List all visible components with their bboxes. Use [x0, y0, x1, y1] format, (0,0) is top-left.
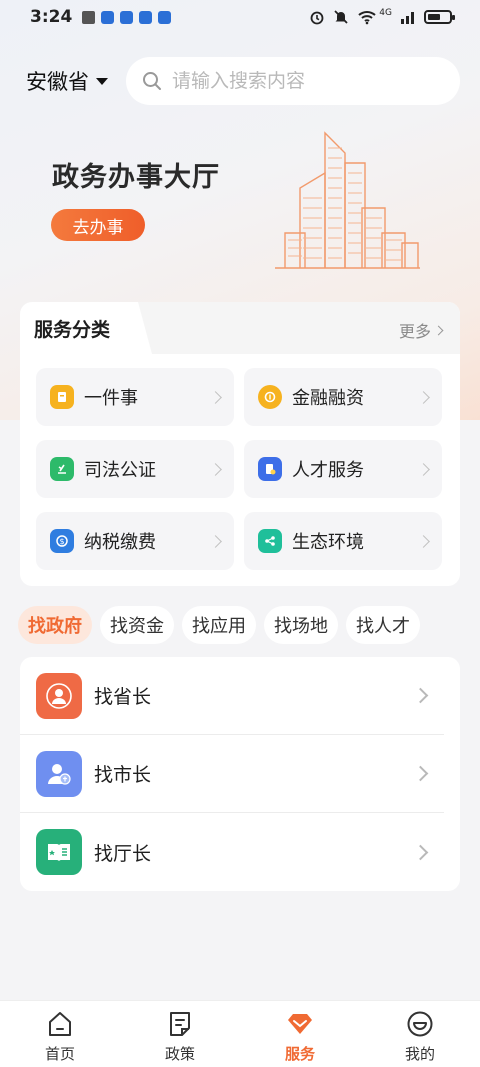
- chevron-right-icon: [412, 844, 429, 860]
- chevron-right-icon: [417, 390, 430, 404]
- tab-find-talent[interactable]: 找人才: [346, 606, 420, 644]
- finance-icon: [258, 385, 282, 409]
- list-item-director[interactable]: 找厅长: [20, 813, 444, 891]
- chevron-right-icon: [209, 390, 222, 404]
- battery-icon: [424, 10, 455, 24]
- browser-icon: [101, 10, 115, 24]
- svg-text:$: $: [59, 537, 64, 546]
- bottom-nav: 首页 政策 服务 我的: [0, 1000, 480, 1067]
- nav-label: 服务: [284, 1045, 315, 1063]
- chevron-right-icon: [412, 765, 429, 782]
- nav-profile[interactable]: 我的: [360, 1001, 480, 1067]
- service-category-header: 服务分类 更多: [20, 302, 460, 354]
- chevron-right-icon: [209, 534, 222, 548]
- status-time: 3:24: [30, 7, 73, 27]
- tax-icon: $: [50, 529, 74, 553]
- service-category-title: 服务分类: [20, 302, 152, 354]
- caret-down-icon: [96, 77, 108, 85]
- top-header: 安徽省: [0, 56, 480, 106]
- policy-icon: [170, 1012, 190, 1036]
- nav-label: 我的: [404, 1045, 435, 1063]
- service-category-card: 服务分类 更多 一件事 金融融资 司法公证 人才服务 $ 纳税缴费 生态环境: [20, 302, 460, 586]
- nav-label: 政策: [164, 1045, 195, 1063]
- alarm-icon: [310, 11, 324, 25]
- search-bar[interactable]: [126, 57, 460, 105]
- service-item-finance[interactable]: 金融融资: [244, 368, 442, 426]
- nav-service[interactable]: 服务: [240, 1001, 360, 1067]
- service-item-label: 金融融资: [292, 388, 364, 409]
- service-item-label: 一件事: [84, 388, 138, 409]
- alipay-icon: [158, 10, 172, 24]
- government-list: 找省长 找市长 找厅长: [20, 657, 460, 891]
- service-item-label: 生态环境: [292, 532, 364, 553]
- nav-label: 首页: [44, 1045, 75, 1063]
- service-item-label: 司法公证: [84, 460, 156, 481]
- document-icon: [50, 385, 74, 409]
- list-item-label: 找省长: [94, 686, 152, 708]
- list-item-label: 找厅长: [94, 842, 152, 865]
- more-link[interactable]: 更多: [398, 318, 444, 342]
- list-item-label: 找市长: [94, 764, 152, 786]
- more-label: 更多: [398, 322, 431, 341]
- filter-tabs: 找政府 找资金 找应用 找场地 找人才: [18, 606, 420, 644]
- service-icon: [288, 1014, 312, 1034]
- province-label: 安徽省: [26, 70, 89, 94]
- city-buildings-illustration: [275, 131, 420, 269]
- governor-icon: [36, 672, 82, 719]
- service-item-ecology[interactable]: 生态环境: [244, 512, 442, 570]
- ecology-icon: [258, 529, 282, 553]
- home-icon: [49, 1012, 71, 1036]
- service-item-one-thing[interactable]: 一件事: [36, 368, 234, 426]
- justice-icon: [50, 457, 74, 481]
- location-icon: [139, 10, 153, 24]
- mute-icon: [334, 10, 348, 24]
- notification-icons: [82, 10, 172, 24]
- hero-title: 政务办事大厅: [52, 162, 220, 193]
- music-icon: [120, 10, 134, 24]
- tab-find-government[interactable]: 找政府: [18, 606, 92, 644]
- nav-home[interactable]: 首页: [0, 1001, 120, 1067]
- signal-icon: [401, 12, 414, 24]
- go-handle-button[interactable]: 去办事: [51, 209, 145, 241]
- service-item-tax[interactable]: $ 纳税缴费: [36, 512, 234, 570]
- wifi-icon: [358, 11, 376, 25]
- status-bar: 3:24 4G: [0, 0, 480, 34]
- service-grid: 一件事 金融融资 司法公证 人才服务 $ 纳税缴费 生态环境: [36, 368, 444, 570]
- list-item-mayor[interactable]: 找市长: [20, 735, 444, 813]
- chevron-right-icon: [417, 462, 430, 476]
- province-selector[interactable]: 安徽省: [26, 66, 108, 96]
- tab-find-venues[interactable]: 找场地: [264, 606, 338, 644]
- tab-find-funds[interactable]: 找资金: [100, 606, 174, 644]
- profile-icon: [407, 1011, 433, 1037]
- mayor-icon: [36, 750, 82, 797]
- director-icon: [36, 829, 82, 875]
- tab-find-apps[interactable]: 找应用: [182, 606, 256, 644]
- service-item-label: 纳税缴费: [84, 532, 156, 553]
- list-item-governor[interactable]: 找省长: [20, 657, 444, 735]
- chevron-right-icon: [417, 534, 430, 548]
- chevron-right-icon: [412, 687, 429, 704]
- system-icons: 4G: [309, 8, 455, 25]
- service-item-justice[interactable]: 司法公证: [36, 440, 234, 498]
- service-item-talent[interactable]: 人才服务: [244, 440, 442, 498]
- network-type: 4G: [379, 8, 392, 18]
- chevron-right-icon: [433, 325, 444, 335]
- search-icon: [143, 72, 161, 90]
- talent-icon: [258, 457, 282, 481]
- image-icon: [82, 10, 96, 24]
- chevron-right-icon: [209, 462, 222, 476]
- search-input[interactable]: [172, 70, 444, 92]
- service-item-label: 人才服务: [292, 460, 364, 481]
- nav-policy[interactable]: 政策: [120, 1001, 240, 1067]
